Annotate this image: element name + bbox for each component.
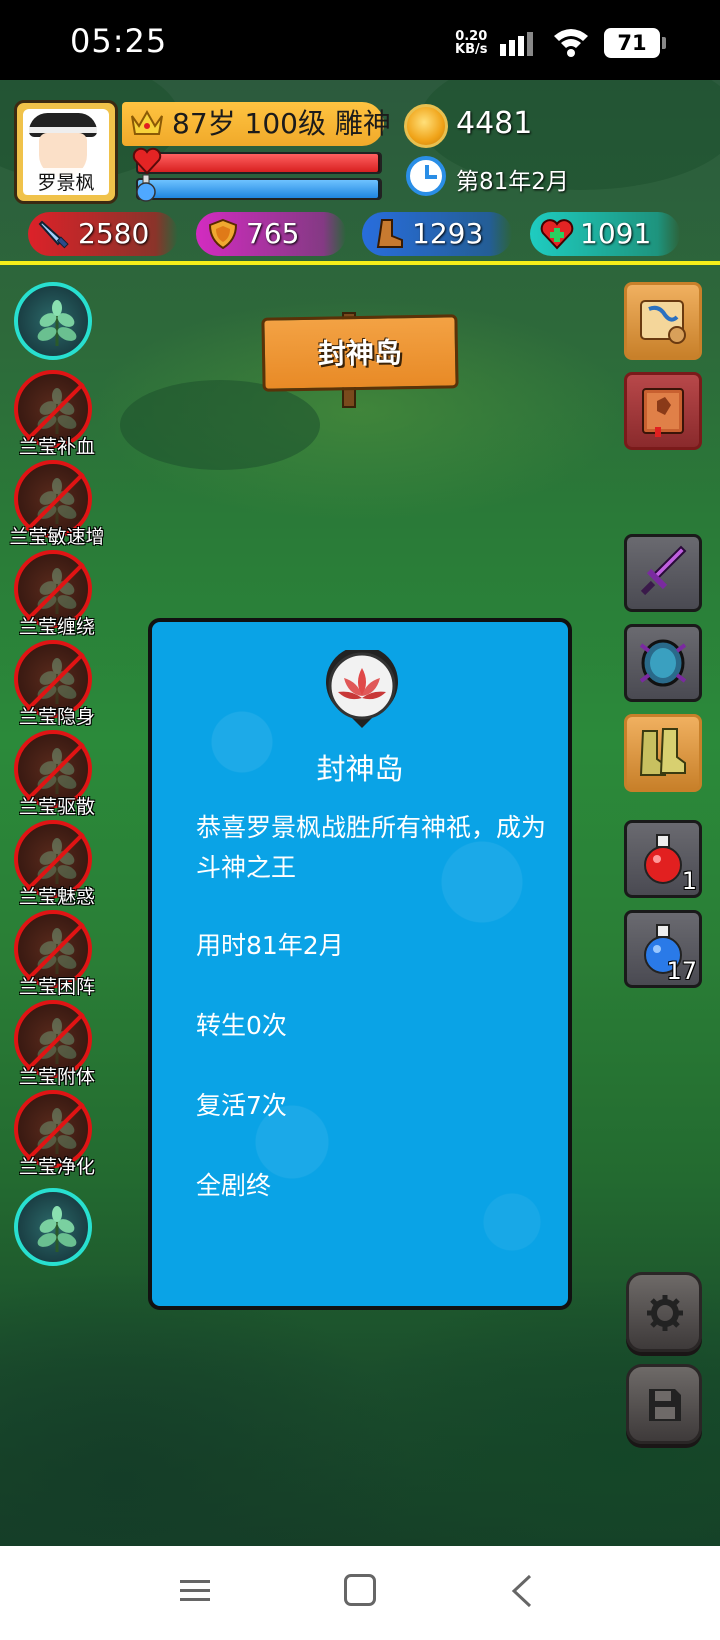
level-banner: 87岁 100级 雕神 <box>122 102 391 146</box>
save-button[interactable] <box>626 1364 702 1444</box>
home-button[interactable] <box>344 1574 376 1606</box>
signal-icon <box>500 32 533 56</box>
network-speed: 0.20 KB/s <box>455 30 487 56</box>
shield-icon <box>208 218 238 250</box>
menu-icon[interactable] <box>180 1578 210 1604</box>
player-avatar[interactable]: 罗景枫 <box>14 100 118 204</box>
skill-label: 兰莹魅惑 <box>18 886 95 908</box>
status-bar: 05:25 0.20 KB/s 71 <box>0 0 720 80</box>
system-nav-bar <box>0 1546 720 1640</box>
level-info: 87岁 100级 雕神 <box>172 107 391 140</box>
mana-potion-icon <box>136 174 156 202</box>
crown-icon <box>131 109 163 135</box>
coin-icon <box>404 104 448 148</box>
mp-fill <box>138 180 378 198</box>
book-button[interactable] <box>624 372 702 450</box>
dialog-ending: 全剧终 <box>196 1171 272 1200</box>
mp-bar <box>136 178 382 200</box>
dialog-rebirth: 转生0次 <box>196 1011 287 1040</box>
defense-value: 765 <box>246 217 300 250</box>
red-potion-slot[interactable]: 1 <box>624 820 702 898</box>
skill-slot[interactable]: 兰莹附体 <box>14 1000 95 1088</box>
player-name: 罗景枫 <box>23 168 109 195</box>
skill-label: 兰莹敏速增 <box>9 526 105 548</box>
armor-icon <box>639 639 687 687</box>
blue-potion-count: 17 <box>666 957 697 985</box>
skill-slot[interactable]: 兰莹隐身 <box>14 640 95 728</box>
skill-label: 兰莹净化 <box>18 1156 95 1178</box>
skill-label: 兰莹驱散 <box>18 796 95 818</box>
speed-stat: 1293 <box>362 212 512 256</box>
boots-slot[interactable] <box>624 714 702 792</box>
heart-icon <box>132 147 162 175</box>
settings-button[interactable] <box>626 1272 702 1352</box>
skill-slot[interactable]: 兰莹困阵 <box>14 910 95 998</box>
skill-slot[interactable]: 兰莹敏速增 <box>9 460 105 548</box>
health-value: 1091 <box>580 217 652 250</box>
purple-sword-icon <box>640 545 687 596</box>
battery-indicator: 71 <box>604 28 666 58</box>
game-date: 第81年2月 <box>456 169 569 195</box>
hp-bar <box>136 152 382 174</box>
boot-icon <box>376 219 403 248</box>
skill-slot[interactable]: 兰莹净化 <box>14 1090 95 1178</box>
attack-stat: 2580 <box>28 212 178 256</box>
foliage <box>120 380 320 470</box>
blue-potion-slot[interactable]: 17 <box>624 910 702 988</box>
armor-slot[interactable] <box>624 624 702 702</box>
game-screen: 罗景枫 87岁 100级 雕神 4481 第81年2月 2580 765 129… <box>0 80 720 1546</box>
hp-fill <box>138 154 378 172</box>
skill-slot[interactable]: 兰莹魅惑 <box>14 820 95 908</box>
boots-icon <box>639 728 686 776</box>
skill-label: 兰莹隐身 <box>18 706 95 728</box>
lotus-emblem-icon <box>326 650 398 728</box>
gold-amount: 4481 <box>456 106 533 141</box>
book-icon <box>642 388 684 437</box>
heart-cross-icon <box>540 219 574 250</box>
red-potion-count: 1 <box>681 867 697 895</box>
dialog-revive: 复活7次 <box>196 1091 287 1120</box>
skill-slot[interactable] <box>14 1188 92 1266</box>
health-stat: 1091 <box>530 212 680 256</box>
map-button[interactable] <box>624 282 702 360</box>
skill-label: 兰莹困阵 <box>18 976 95 998</box>
weapon-slot[interactable] <box>624 534 702 612</box>
dialog-title: 封神岛 <box>316 752 404 786</box>
clock-icon <box>406 156 446 196</box>
header-divider <box>0 261 720 265</box>
skill-slot[interactable]: 兰莹缠绕 <box>14 550 95 638</box>
wifi-icon <box>554 29 588 57</box>
orchid-skill-icon <box>37 300 77 346</box>
gear-icon <box>647 1295 683 1331</box>
dialog-time-used: 用时81年2月 <box>196 931 344 960</box>
speed-value: 1293 <box>412 217 484 250</box>
defense-stat: 765 <box>196 212 346 256</box>
skill-label: 兰莹缠绕 <box>18 616 95 638</box>
skill-label: 兰莹附体 <box>18 1066 95 1088</box>
back-icon[interactable] <box>510 1574 534 1608</box>
sword-icon <box>38 220 69 249</box>
skill-slot[interactable]: 兰莹驱散 <box>14 730 95 818</box>
skill-slot[interactable] <box>14 282 92 360</box>
skill-label: 兰莹补血 <box>18 436 95 458</box>
map-scroll-icon <box>640 300 686 344</box>
floppy-disk-icon <box>649 1389 681 1421</box>
ending-dialog: 封神岛 恭喜罗景枫战胜所有神祇，成为斗神之王 用时81年2月 转生0次 复活7次… <box>148 618 572 1310</box>
status-time: 05:25 <box>70 22 168 60</box>
attack-value: 2580 <box>78 217 150 250</box>
network-speed-unit: KB/s <box>455 42 488 57</box>
dialog-message: 恭喜罗景枫战胜所有神祇，成为斗神之王 <box>196 813 547 882</box>
location-sign: 封神岛 <box>261 314 459 392</box>
orchid-skill-icon <box>37 1206 77 1252</box>
skill-slot[interactable]: 兰莹补血 <box>14 370 95 458</box>
